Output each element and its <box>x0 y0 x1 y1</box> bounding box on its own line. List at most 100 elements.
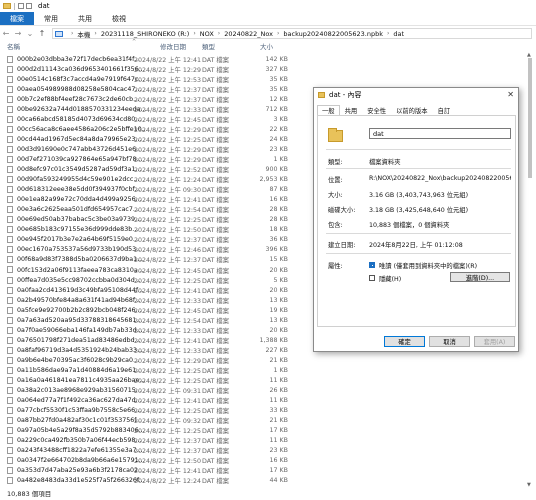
file-name: 00b7c2ef88bf4eef28c7673c2de60cb... <box>17 95 140 103</box>
file-row[interactable]: 0a482e8483da33d1e525f7a5f266326f... 2024/… <box>0 476 300 486</box>
file-row[interactable]: 0a11b586dae9a7a1d40884d6a19e61... 2024/8/… <box>0 365 300 375</box>
file-icon <box>7 256 13 264</box>
readonly-checkbox[interactable] <box>369 262 375 268</box>
breadcrumb-dat[interactable]: dat <box>393 30 404 38</box>
file-size: 712 KB <box>265 105 288 113</box>
file-row[interactable]: 0a064ed77a7f1f492ca36ac627da47d... 2024/8… <box>0 396 300 406</box>
file-row[interactable]: 00e1ea82a99e72c70dda4d499a9256... 2024/8/… <box>0 195 300 205</box>
file-size: 18 KB <box>269 226 288 234</box>
file-row[interactable]: 0a97a05b4e5a29f8a35d5792b883406... 2024/8… <box>0 426 300 436</box>
up-arrow-icon[interactable]: ↑ <box>36 29 48 38</box>
ok-button[interactable]: 確定 <box>384 336 425 347</box>
file-row[interactable]: 00d7ef271039ca927864e65a947bf78... 2024/8… <box>0 154 300 164</box>
properties-icon[interactable] <box>18 3 24 9</box>
tab-home[interactable]: 常用 <box>34 12 68 25</box>
file-date: 2024/8/22 上午 12:54 <box>134 207 202 215</box>
tab-file[interactable]: 檔案 <box>0 12 34 25</box>
breadcrumb-nox-date[interactable]: 20240822_Nox <box>224 30 273 38</box>
file-row[interactable]: 0a5fce9e92700b2b2c892bcb048f246... 2024/8… <box>0 305 300 315</box>
file-icon <box>7 226 13 234</box>
file-row[interactable]: 0a9b6e4be70395ac3f6028c9b29ca0... 2024/8/… <box>0 355 300 365</box>
location-value: R:\NOX\20240822_Nox\backup20240822005623… <box>369 175 511 182</box>
tab-share[interactable]: 共用 <box>68 12 102 25</box>
column-header-type[interactable]: 類型 <box>202 41 215 51</box>
file-row[interactable]: 00ffea7d035e5cc98702ccbba0d304d... 2024/8… <box>0 275 300 285</box>
file-date: 2024/8/22 上午 12:29 <box>134 156 202 164</box>
divider <box>14 2 15 10</box>
advanced-button[interactable]: 進階(D)... <box>450 272 510 282</box>
file-row[interactable]: 00e0514c168f3c7accd4a9e7919f647c... 2024/… <box>0 74 300 84</box>
file-date: 2024/8/22 上午 12:25 <box>134 378 202 386</box>
file-row[interactable]: 00fc153d2a06f9113faeea783ca8310a... 2024/… <box>0 265 300 275</box>
file-row[interactable]: 00e685b183c97155e36d999dde83b... 2024/8/2… <box>0 225 300 235</box>
file-icon <box>7 155 13 163</box>
file-row[interactable]: 0a76501798f271dea51ad83486edbd... 2024/8/… <box>0 335 300 345</box>
file-row[interactable]: 0a2b49570bfe84a8a631f41ad94b68f... 2024/8… <box>0 295 300 305</box>
file-date: 2024/8/22 上午 12:24 <box>134 177 202 185</box>
file-row[interactable]: 0a229c0ca492fb350b7a06f44ecb598... 2024/8… <box>0 436 300 446</box>
file-row[interactable]: 00d618312eee38e5dd0f394937f0cbf... 2024/8… <box>0 185 300 195</box>
hidden-checkbox-label: 隱藏(H) <box>379 276 402 283</box>
file-size: 396 KB <box>265 246 288 254</box>
file-size: 11 KB <box>269 397 288 405</box>
column-header-date[interactable]: 修改日期 <box>160 41 186 51</box>
file-row[interactable]: 00b7c2ef88bf4eef28c7673c2de60cb... 2024/8… <box>0 94 300 104</box>
file-date: 2024/8/22 上午 12:24 <box>134 478 202 486</box>
file-row[interactable]: 0a7a63ad520aa95d33788318645681... 2024/8/… <box>0 315 300 325</box>
new-folder-icon[interactable] <box>26 3 32 9</box>
address-bar[interactable]: › 本機 › 20231118_SHIRONEKO (R:) › NOX › 2… <box>52 28 532 39</box>
file-row[interactable]: 0a0faa2cd413619d3c49bfa95108d44f... 2024/… <box>0 285 300 295</box>
file-row[interactable]: 0a243f43488cff1822a7efe61355e3a7... 2024/… <box>0 446 300 456</box>
file-row[interactable]: 00cd44ad1967d5ec84a8da79965e23... 2024/8/… <box>0 134 300 144</box>
back-arrow-icon[interactable]: ← <box>0 29 12 38</box>
file-row[interactable]: 0a38a2c013ae8968e929ab31560715... 2024/8/… <box>0 386 300 396</box>
breadcrumb-backup[interactable]: backup20240822005623.npbk <box>283 30 383 38</box>
file-row[interactable]: 00aea054989988d08258e5804cac47... 2024/8/… <box>0 84 300 94</box>
tab-view[interactable]: 檢視 <box>102 12 136 25</box>
vertical-scrollbar[interactable]: ▲ ▼ <box>526 52 534 488</box>
file-row[interactable]: 00ec1670a753537a56d9733b190d53... 2024/8/… <box>0 245 300 255</box>
hidden-checkbox[interactable] <box>369 275 375 281</box>
address-toolbar: ← → ⌄ ↑ › 本機 › 20231118_SHIRONEKO (R:) ›… <box>0 27 536 40</box>
cancel-button[interactable]: 取消 <box>429 336 470 347</box>
file-row[interactable]: 00e945f2017b3e7e2a64b69f5159e0... 2024/8/… <box>0 235 300 245</box>
file-row[interactable]: 00cc56aca8c6aee4586a206c2e5bffe10... 2024… <box>0 124 300 134</box>
breadcrumb-this-pc[interactable]: 本機 <box>77 29 90 39</box>
size-label: 大小: <box>328 192 343 199</box>
file-row[interactable]: 00e3a6c2625eaa501dfd654957cac7... 2024/8/… <box>0 205 300 215</box>
file-size: 13 KB <box>269 316 288 324</box>
apply-button[interactable]: 套用(A) <box>474 336 515 347</box>
file-row[interactable]: 0a7f0ae59066eba146fa149db7ab33d... 2024/8… <box>0 325 300 335</box>
file-size: 21 KB <box>269 417 288 425</box>
forward-arrow-icon[interactable]: → <box>12 29 24 38</box>
file-row[interactable]: 000d2d11143ca036d9653401661f356... 2024/8… <box>0 64 300 74</box>
file-name: 00ec1670a753537a56d9733b190d53... <box>17 246 143 254</box>
folder-name-field[interactable]: dat <box>369 128 511 139</box>
file-row[interactable]: 00ca66abcd58185d4073d69634cd80... 2024/8/… <box>0 114 300 124</box>
file-row[interactable]: 0a16a0a461841ea7811c4935aa26bae... 2024/8… <box>0 376 300 386</box>
file-row[interactable]: 00be92632a744d0188570331234eeda... 2024/8… <box>0 104 300 114</box>
file-name: 00e685b183c97155e36d999dde83b... <box>17 226 139 234</box>
recent-dropdown-icon[interactable]: ⌄ <box>24 29 36 38</box>
file-icon <box>7 366 13 374</box>
column-header-size[interactable]: 大小 <box>260 41 273 51</box>
file-row[interactable]: 000b2e03dbba3e72f17decb6ea31f4f... 2024/8… <box>0 54 300 64</box>
file-row[interactable]: 00d3d91690e0c747abb43726d451e6... 2024/8/… <box>0 144 300 154</box>
file-row[interactable]: 0a8faf96719d3a4d5351924b24bab33... 2024/8… <box>0 345 300 355</box>
file-date: 2024/8/22 上午 12:33 <box>134 106 202 114</box>
file-row[interactable]: 00e69ed50ab37babac5c3be03a9739... 2024/8/… <box>0 215 300 225</box>
breadcrumb-nox[interactable]: NOX <box>200 30 214 38</box>
file-row[interactable]: 0a87bb27fd0a482af30c1c01f353756f... 2024/… <box>0 416 300 426</box>
file-row[interactable]: 00f68a9d83f7388d5ba0206637d9ba1... 2024/8… <box>0 255 300 265</box>
scrollbar-thumb[interactable] <box>528 58 532 178</box>
file-row[interactable]: 0a353d7d47aba25e93a6b3f2178ca02... 2024/8… <box>0 466 300 476</box>
close-icon[interactable]: ✕ <box>507 90 514 99</box>
column-header-name[interactable]: 名稱 <box>7 41 20 51</box>
file-row[interactable]: 0a77cbcf5530f1c53ffaa9b7558c5e66... 2024/… <box>0 406 300 416</box>
scroll-down-arrow-icon[interactable]: ▼ <box>527 482 531 488</box>
file-row[interactable]: 0a0347f2e664702b8da9b66a6e15791... 2024/8… <box>0 456 300 466</box>
breadcrumb-drive[interactable]: 20231118_SHIRONEKO (R:) <box>101 30 190 38</box>
file-size: 44 KB <box>269 477 288 485</box>
file-row[interactable]: 00d90fa593249955d4c59e901e2dcc... 2024/8/… <box>0 175 300 185</box>
file-row[interactable]: 00d8efc97c01c3549d5287ad59df3a1... 2024/8… <box>0 165 300 175</box>
